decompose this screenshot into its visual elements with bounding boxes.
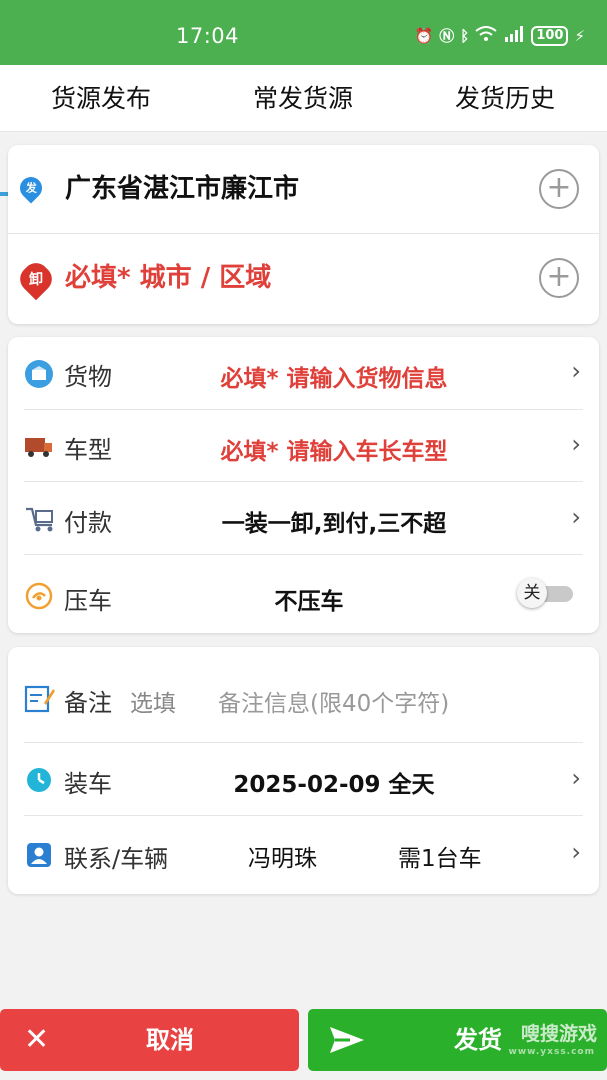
loading-label: 装车: [64, 770, 112, 798]
vehicle-row[interactable]: 车型 必填* 请输入车长车型 ›: [24, 410, 583, 482]
watermark-text: 嗖搜游戏: [520, 1023, 597, 1045]
detention-icon: [24, 581, 54, 611]
loading-value: 2025-02-09 全天: [233, 772, 435, 798]
destination-text: 必填* 城市 / 区域: [65, 263, 272, 293]
submit-label: 发货: [454, 1026, 502, 1054]
payment-label: 付款: [64, 509, 112, 537]
clock-icon: [24, 765, 54, 795]
payment-value: 一装一卸,到付,三不超: [221, 511, 447, 537]
details-card: 货物 必填* 请输入货物信息 › 车型 必填* 请输入车长车型 › 付款 一装一…: [8, 337, 599, 633]
contact-label: 联系/车辆: [64, 845, 169, 873]
vehicle-count: 需1台车: [398, 846, 482, 872]
route-card: 发 广东省湛江市廉江市 + 卸 必填* 城市 / 区域 +: [8, 145, 599, 324]
extra-card: 备注 选填 备注信息(限40个字符) 装车 2025-02-09 全天 › 联系…: [8, 647, 599, 894]
status-time: 17:04: [176, 24, 240, 48]
remark-input[interactable]: 备注信息(限40个字符): [218, 684, 449, 718]
vehicle-label: 车型: [64, 436, 112, 464]
contact-chevron-icon: ›: [571, 838, 581, 866]
origin-pin-icon: 发: [15, 172, 47, 204]
cargo-icon: [24, 359, 54, 389]
add-origin-button[interactable]: +: [539, 169, 579, 209]
bottom-action-bar: ✕ 取消 发货 嗖搜游戏 www.yxss.com: [0, 1007, 607, 1080]
contact-row[interactable]: 联系/车辆 冯明珠 需1台车 ›: [24, 816, 583, 894]
status-icons: ⏰ Ⓝ ᛒ 100 ⚡: [415, 25, 585, 46]
remark-icon: [24, 683, 56, 713]
toggle-knob: 关: [517, 578, 547, 608]
origin-text: 广东省湛江市廉江市: [65, 174, 300, 204]
bluetooth-icon: ᛒ: [460, 26, 470, 45]
payment-icon: [24, 504, 56, 534]
cargo-row[interactable]: 货物 必填* 请输入货物信息 ›: [24, 337, 583, 410]
vehicle-value: 必填* 请输入车长车型: [220, 439, 448, 465]
add-destination-button[interactable]: +: [539, 258, 579, 298]
tab-history[interactable]: 发货历史: [404, 65, 606, 132]
detention-toggle[interactable]: 关: [517, 578, 573, 608]
signal-icon: [503, 25, 525, 46]
payment-chevron-icon: ›: [571, 503, 581, 531]
charging-icon: ⚡: [574, 26, 585, 45]
wifi-icon: [475, 25, 497, 46]
submit-button[interactable]: 发货 嗖搜游戏 www.yxss.com: [308, 1009, 607, 1071]
remark-row[interactable]: 备注 选填 备注信息(限40个字符): [24, 647, 583, 743]
detention-label: 压车: [64, 587, 112, 615]
nfc-icon: Ⓝ: [439, 27, 455, 45]
cargo-value: 必填* 请输入货物信息: [220, 366, 448, 392]
vehicle-chevron-icon: ›: [571, 430, 581, 458]
cargo-label: 货物: [64, 363, 112, 391]
destination-row[interactable]: 卸 必填* 城市 / 区域 +: [8, 234, 599, 323]
detention-value: 不压车: [274, 589, 344, 615]
cancel-label: 取消: [146, 1026, 194, 1054]
remark-label: 备注: [64, 689, 112, 717]
origin-row[interactable]: 发 广东省湛江市廉江市 +: [8, 145, 599, 234]
loading-chevron-icon: ›: [571, 764, 581, 792]
remark-optional: 选填: [130, 691, 176, 717]
tab-bar: 货源发布 常发货源 发货历史: [0, 65, 607, 196]
destination-badge: 卸: [29, 272, 43, 288]
destination-pin-icon: 卸: [14, 257, 58, 301]
loading-row[interactable]: 装车 2025-02-09 全天 ›: [24, 743, 583, 816]
status-bar: 17:04 ⏰ Ⓝ ᛒ 100 ⚡: [0, 0, 607, 65]
alarm-icon: ⏰: [414, 26, 434, 45]
truck-icon: [24, 434, 54, 460]
tab-publish[interactable]: 货源发布: [0, 65, 202, 132]
contact-name: 冯明珠: [248, 846, 317, 872]
battery-icon: 100: [531, 25, 569, 46]
tab-frequent[interactable]: 常发货源: [202, 65, 404, 132]
origin-badge: 发: [25, 182, 37, 195]
detention-row: 压车 不压车 关: [24, 555, 583, 633]
contact-icon: [24, 840, 54, 870]
close-icon: ✕: [24, 1022, 50, 1057]
watermark-url: www.yxss.com: [508, 1047, 595, 1057]
payment-row[interactable]: 付款 一装一卸,到付,三不超 ›: [24, 482, 583, 555]
cancel-button[interactable]: ✕ 取消: [0, 1009, 299, 1071]
cargo-chevron-icon: ›: [571, 357, 581, 385]
send-icon: [328, 1009, 366, 1077]
